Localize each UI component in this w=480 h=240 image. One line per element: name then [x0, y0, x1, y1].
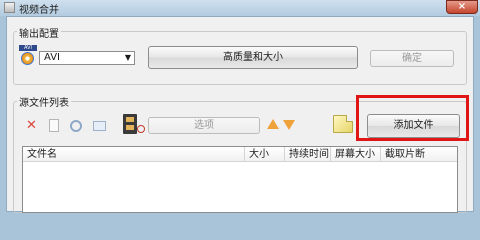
output-settings-legend: 输出配置	[17, 25, 61, 40]
close-button[interactable]: ×	[446, 0, 478, 14]
quality-size-button[interactable]: 高质量和大小	[148, 46, 358, 69]
column-header-filename[interactable]: 文件名	[23, 147, 245, 162]
chevron-down-icon: ▼	[124, 53, 131, 62]
video-format-icon: AVI	[19, 45, 37, 65]
window-title: 视频合并	[19, 5, 59, 16]
confirm-button[interactable]: 确定	[370, 50, 454, 67]
highlight-box	[356, 95, 469, 141]
column-header-size[interactable]: 大小	[245, 147, 285, 162]
refresh-icon[interactable]	[70, 120, 82, 132]
format-icon-label: AVI	[19, 45, 37, 51]
format-select-value: AVI	[44, 52, 60, 63]
format-select[interactable]: AVI ▼	[39, 51, 135, 65]
source-files-legend: 源文件列表	[17, 94, 71, 109]
add-folder-icon[interactable]	[333, 115, 353, 133]
options-button[interactable]: 选项	[148, 117, 260, 134]
film-strip-icon[interactable]	[123, 114, 137, 134]
file-list-table[interactable]: 文件名 大小 持续时间 屏幕大小 截取片断	[22, 146, 458, 213]
move-down-icon[interactable]	[283, 120, 295, 130]
column-header-duration[interactable]: 持续时间	[285, 147, 331, 162]
app-icon	[4, 2, 15, 13]
column-header-clip[interactable]: 截取片断	[381, 147, 457, 162]
scissors-icon	[137, 125, 145, 133]
remove-file-icon[interactable]	[49, 119, 59, 132]
properties-icon[interactable]	[93, 121, 106, 131]
column-header-screen-size[interactable]: 屏幕大小	[331, 147, 381, 162]
delete-icon[interactable]: ✕	[26, 119, 38, 132]
title-bar: 视频合并 ×	[0, 0, 480, 16]
move-up-icon[interactable]	[267, 119, 279, 129]
